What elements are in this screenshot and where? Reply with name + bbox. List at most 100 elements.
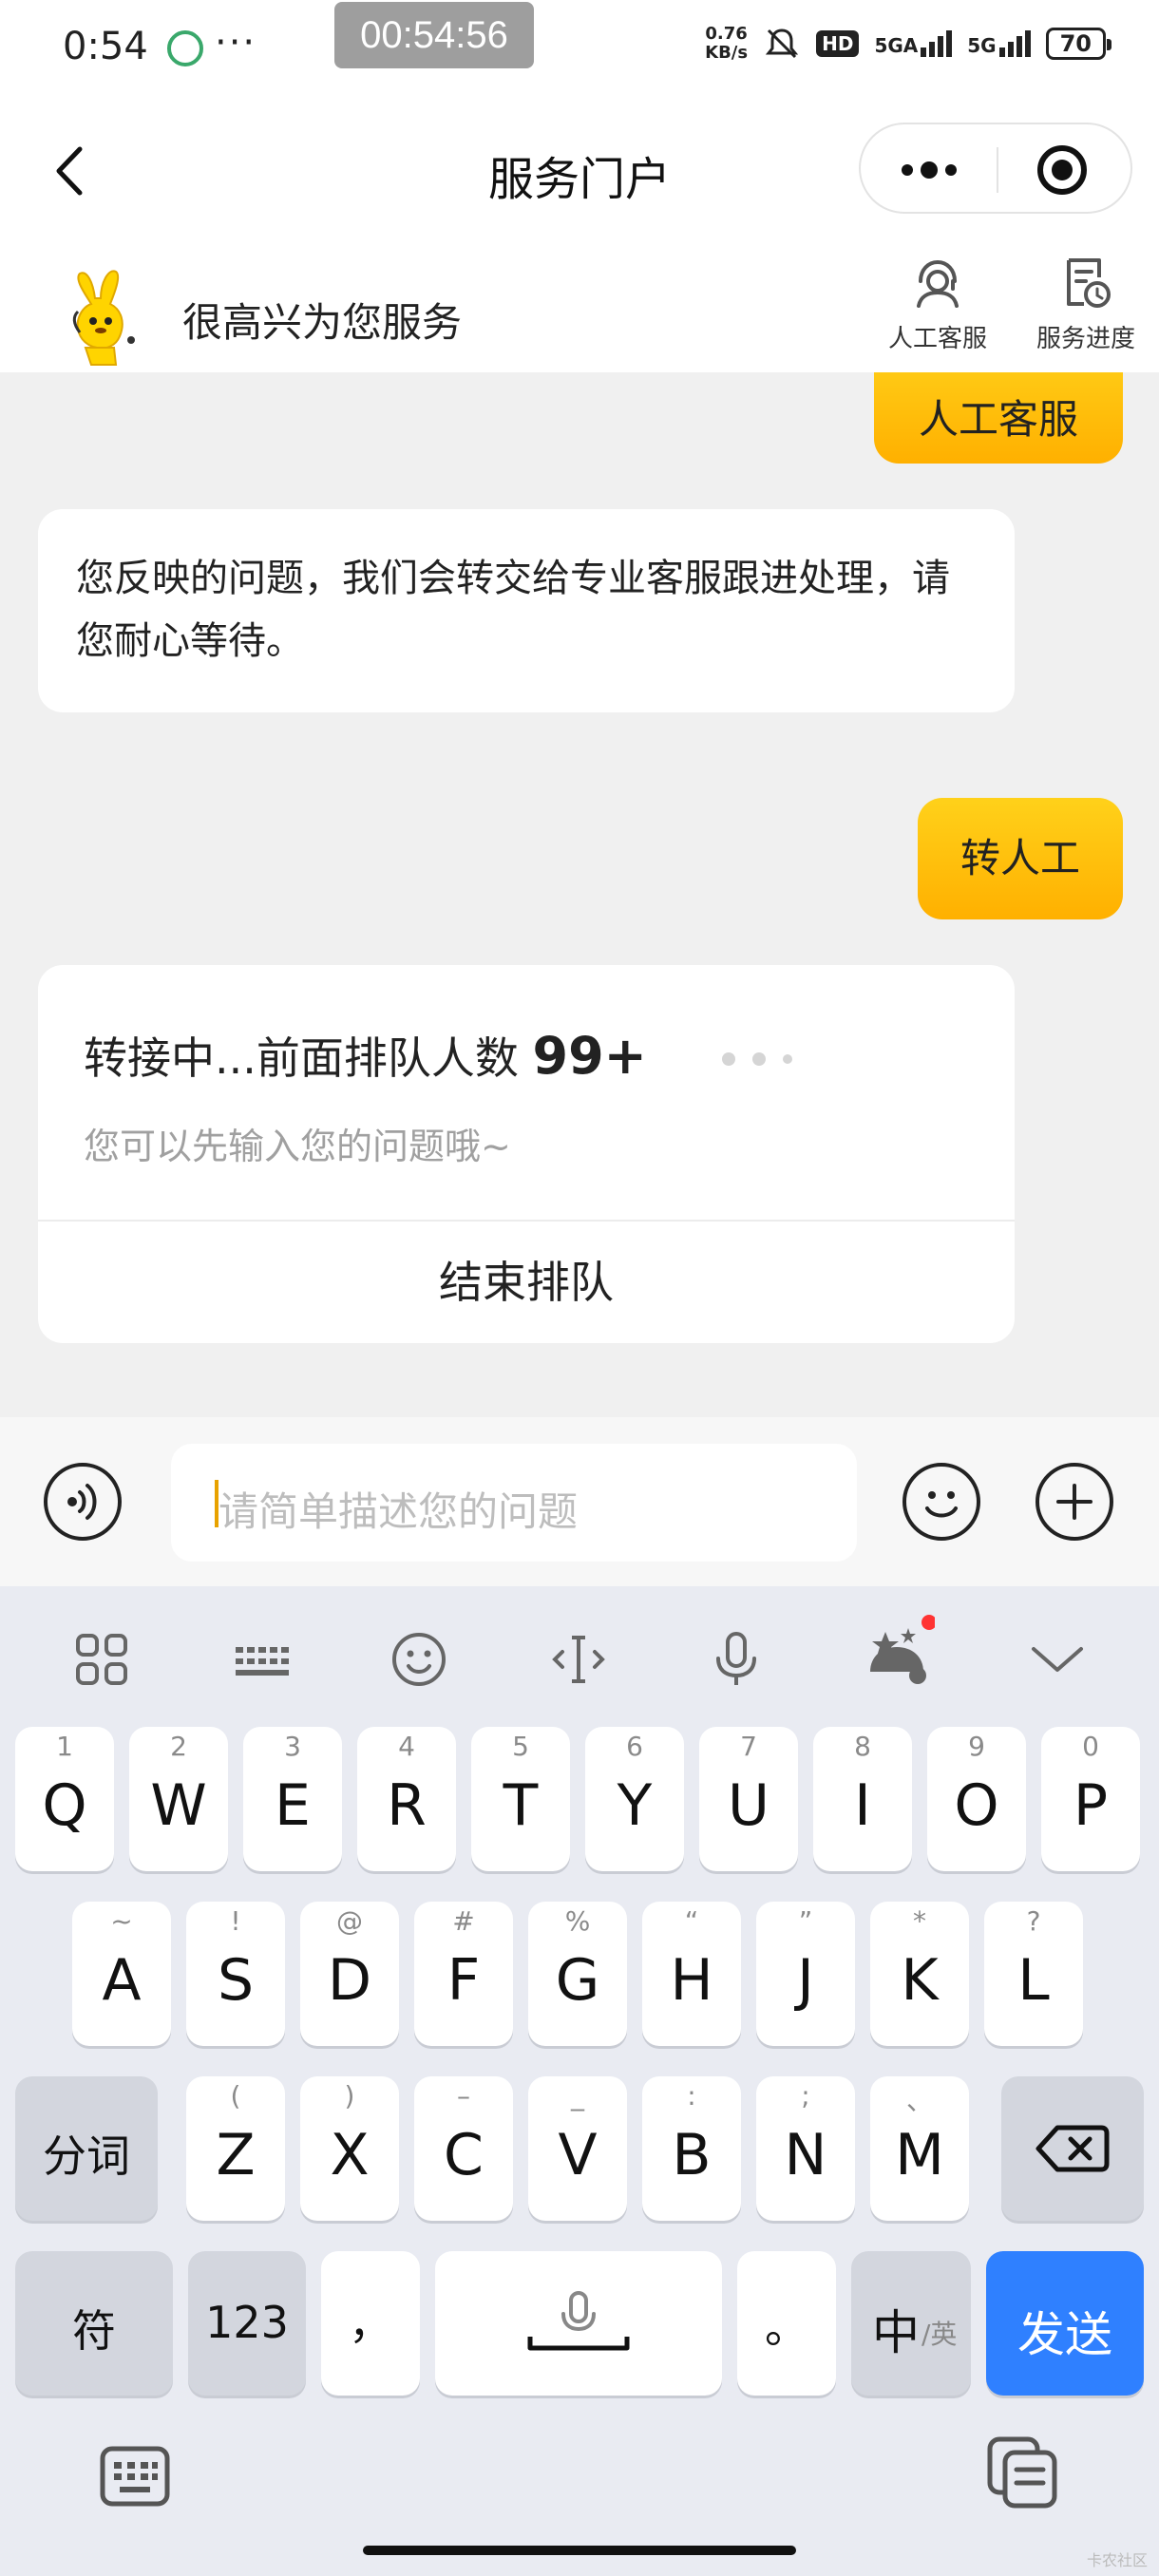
key-hint: 0	[1082, 1731, 1099, 1762]
message-input[interactable]: 请简单描述您的问题	[171, 1444, 857, 1562]
key-o[interactable]: 9O	[927, 1727, 1026, 1871]
key-hint: –	[457, 2080, 470, 2112]
key-label: Q	[42, 1772, 87, 1839]
key-hint: 5	[512, 1731, 529, 1762]
key-hint: 2	[170, 1731, 187, 1762]
key-label: W	[150, 1772, 207, 1839]
voice-input-button[interactable]	[44, 1463, 122, 1541]
key-f[interactable]: # F	[414, 1902, 513, 2046]
network-speed: 0.76 KB/s	[705, 25, 748, 63]
key-label: P	[1073, 1772, 1109, 1839]
key-p[interactable]: 0P	[1041, 1727, 1140, 1871]
backspace-key[interactable]	[1001, 2076, 1144, 2221]
key-u[interactable]: 7U	[699, 1727, 798, 1871]
customer-service-icon	[917, 259, 959, 308]
number-key[interactable]: 123	[188, 2251, 306, 2396]
key-t[interactable]: 5T	[471, 1727, 570, 1871]
keyboard-switch-icon[interactable]	[99, 2443, 171, 2510]
comma-key[interactable]: ，	[321, 2251, 420, 2396]
key-d[interactable]: @ D	[300, 1902, 399, 2046]
collapse-keyboard-icon[interactable]	[1024, 1626, 1091, 1693]
end-queue-button[interactable]: 结束排队	[38, 1222, 1015, 1343]
key-l[interactable]: ? L	[984, 1902, 1083, 2046]
cursor-control-icon[interactable]	[545, 1626, 612, 1693]
language-switch-key[interactable]: 中 /英	[851, 2251, 971, 2396]
key-label: Y	[617, 1772, 653, 1839]
key-label: Z	[216, 2122, 256, 2188]
key-s[interactable]: ! S	[186, 1902, 285, 2046]
key-w[interactable]: 2W	[129, 1727, 228, 1871]
key-y[interactable]: 6Y	[585, 1727, 684, 1871]
emoji-keyboard-icon[interactable]	[386, 1626, 452, 1693]
signal-5g-icon: 5G	[967, 30, 1031, 57]
key-hint: ”	[798, 1905, 813, 1937]
service-progress-label: 服务进度	[1036, 325, 1135, 353]
key-m[interactable]: 、 M	[870, 2076, 969, 2221]
human-service-button[interactable]: 人工客服	[876, 253, 999, 354]
key-r[interactable]: 4R	[357, 1727, 456, 1871]
key-q[interactable]: 1Q	[15, 1727, 114, 1871]
key-hint: 4	[398, 1731, 415, 1762]
input-bar: 请简单描述您的问题	[0, 1417, 1159, 1586]
key-label: H	[670, 1947, 713, 2014]
key-h[interactable]: “H	[642, 1902, 741, 2046]
symbol-key[interactable]: 符	[15, 2251, 173, 2396]
key-label: T	[503, 1772, 539, 1839]
key-hint: 9	[968, 1731, 985, 1762]
period-key[interactable]: 。	[737, 2251, 836, 2396]
call-timer[interactable]: 00:54:56	[334, 2, 534, 68]
mascot-logo	[72, 270, 135, 366]
key-j[interactable]: ” J	[756, 1902, 855, 2046]
key-c[interactable]: – C	[414, 2076, 513, 2221]
key-n[interactable]: ; N	[756, 2076, 855, 2221]
segment-key[interactable]: 分词	[15, 2076, 158, 2221]
key-b[interactable]: :B	[642, 2076, 741, 2221]
key-a[interactable]: ~ A	[72, 1902, 171, 2046]
microphone-icon[interactable]	[703, 1626, 770, 1693]
queue-hint: 您可以先输入您的问题哦~	[84, 1126, 511, 1167]
key-v[interactable]: _ V	[528, 2076, 627, 2221]
battery-icon: 70	[1045, 28, 1112, 60]
user-message-bubble-2: 转人工	[918, 798, 1123, 919]
home-indicator[interactable]	[363, 2546, 796, 2555]
chat-area[interactable]: 人工客服 您反映的问题，我们会转交给专业客服跟进处理，请您耐心等待。 转人工 转…	[0, 372, 1159, 1417]
send-key[interactable]: 发送	[986, 2251, 1144, 2396]
language-main-label: 中	[872, 2305, 920, 2360]
queue-status-text: 转接中...前面排队人数	[84, 1032, 519, 1084]
service-header: 很高兴为您服务 人工客服 服务进度	[0, 237, 1159, 372]
key-label: J	[797, 1947, 814, 2014]
more-notifications-indicator: ···	[215, 21, 257, 65]
key-hint: #	[452, 1905, 475, 1937]
key-label: S	[217, 1947, 255, 2014]
key-x[interactable]: ) X	[300, 2076, 399, 2221]
emoji-button[interactable]	[902, 1463, 980, 1541]
language-alt-label: /英	[922, 2319, 958, 2350]
service-progress-button[interactable]: 服务进度	[1024, 253, 1148, 354]
segment-key-label: 分词	[43, 2131, 130, 2182]
queue-count: 99+	[532, 1026, 647, 1086]
key-k[interactable]: * K	[870, 1902, 969, 2046]
key-label: X	[330, 2122, 370, 2188]
comma-key-label: ，	[349, 2298, 392, 2349]
key-g[interactable]: % G	[528, 1902, 627, 2046]
key-z[interactable]: (Z	[186, 2076, 285, 2221]
key-hint: 、	[905, 2085, 933, 2116]
key-label: A	[102, 1947, 142, 2014]
key-hint: “	[684, 1905, 699, 1937]
apps-grid-icon[interactable]	[68, 1626, 135, 1693]
key-i[interactable]: 8I	[813, 1727, 912, 1871]
key-hint: !	[230, 1905, 241, 1937]
clipboard-icon[interactable]	[986, 2435, 1060, 2510]
key-label: I	[854, 1772, 871, 1839]
hd-icon: HD	[816, 30, 860, 57]
key-e[interactable]: 3E	[243, 1727, 342, 1871]
queue-card: 转接中...前面排队人数 99+ 您可以先输入您的问题哦~ 结束排队	[38, 965, 1015, 1343]
space-key[interactable]	[435, 2251, 722, 2396]
keyboard-layout-icon[interactable]	[228, 1626, 294, 1693]
key-label: U	[728, 1772, 770, 1839]
ai-assistant-icon[interactable]	[859, 1615, 935, 1691]
keyboard-bottom-bar	[0, 2415, 1159, 2576]
more-options-button[interactable]	[1036, 1463, 1113, 1541]
close-miniprogram-icon[interactable]	[1037, 145, 1087, 195]
more-icon[interactable]	[895, 153, 963, 187]
